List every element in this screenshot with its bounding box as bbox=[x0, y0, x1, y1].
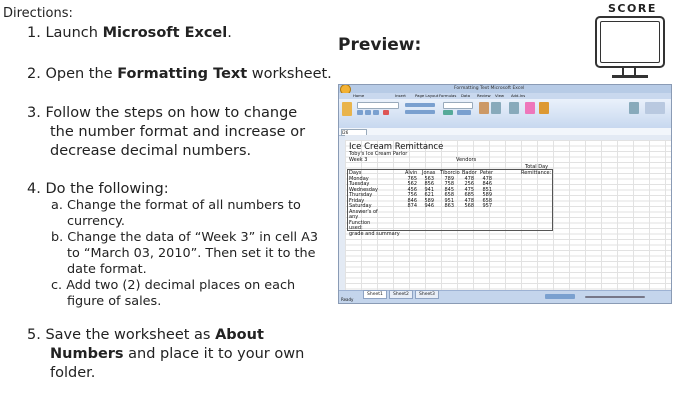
substep-c: c. Add two (2) decimal places on each bbox=[51, 278, 296, 293]
ribbon-toolbar bbox=[339, 99, 671, 129]
decimal-icons bbox=[457, 110, 471, 115]
step-number: 3. bbox=[27, 105, 41, 121]
substep-b: b. Change the data of “Week 3” in cell A… bbox=[51, 230, 319, 245]
sheet-tab-2: Sheet2 bbox=[389, 290, 413, 299]
sort-filter-icon bbox=[525, 102, 535, 114]
step-5-line-2: Numbers and place it to your own bbox=[50, 346, 305, 362]
step-text: Follow the steps on how to change bbox=[45, 105, 298, 121]
step-number: 5. bbox=[27, 327, 41, 343]
italic-icon bbox=[365, 110, 371, 115]
directions-label: Directions: bbox=[3, 6, 73, 21]
ribbon-tab-view: View bbox=[495, 93, 505, 98]
status-text: Ready bbox=[341, 297, 354, 302]
ribbon-tab-add-ins: Add-Ins bbox=[511, 93, 526, 98]
step-text: Do the following: bbox=[45, 181, 169, 197]
ribbon-tab-review: Review bbox=[477, 93, 491, 98]
step-bold: Microsoft Excel bbox=[102, 25, 228, 41]
indent-icons bbox=[405, 110, 435, 114]
change-styles-icon bbox=[629, 102, 639, 114]
substep-b-line-3: date format. bbox=[67, 262, 147, 277]
data-table-border bbox=[347, 169, 553, 231]
excel-title-text: Formatting Text Microsoft Excel bbox=[454, 86, 525, 91]
step-3: 3. Follow the steps on how to change bbox=[27, 104, 297, 122]
vendors-cell: Vendors bbox=[456, 156, 477, 163]
step-text: Launch bbox=[45, 25, 103, 41]
sheet-tab-1: Sheet1 bbox=[363, 290, 387, 299]
step-5-line-3: folder. bbox=[50, 365, 96, 381]
week-cell: Week 3 bbox=[349, 156, 368, 163]
excel-preview-image: Formatting Text Microsoft Excel Home Ins… bbox=[338, 84, 672, 304]
ribbon-tab-formulas: Formulas bbox=[439, 93, 457, 98]
bold-icon bbox=[357, 110, 363, 115]
zoom-slider bbox=[585, 296, 645, 298]
step-text: Save the worksheet as bbox=[45, 327, 216, 343]
step-3-line-2: the number format and increase or bbox=[50, 124, 306, 140]
score-label: SCORE bbox=[608, 2, 657, 15]
font-color-icon bbox=[383, 110, 389, 115]
sheet-tab-3: Sheet3 bbox=[415, 290, 439, 299]
step-number: 1. bbox=[27, 25, 41, 41]
step-number: 2. bbox=[27, 66, 41, 82]
ribbon-tab-data: Data bbox=[461, 93, 471, 98]
number-format-box bbox=[443, 102, 473, 109]
ribbon-tab-home: Home bbox=[353, 93, 365, 98]
step-bold: About bbox=[215, 327, 264, 343]
substep-a: a. Change the format of all numbers to bbox=[51, 198, 301, 213]
alignment-icons bbox=[405, 103, 435, 107]
insert-cells-icon bbox=[509, 102, 519, 114]
cell-styles-icon bbox=[491, 102, 501, 114]
score-box bbox=[600, 21, 660, 63]
step-text: Open the bbox=[45, 66, 118, 82]
currency-icon bbox=[443, 110, 453, 115]
underline-icon bbox=[373, 110, 379, 115]
substep-b-line-2: to “March 03, 2010”. Then set it to the bbox=[67, 246, 316, 261]
step-bold: Formatting Text bbox=[117, 66, 248, 82]
step-3-line-3: decrease decimal numbers. bbox=[50, 143, 252, 159]
ribbon-tab-insert: Insert bbox=[395, 93, 406, 98]
step-1: 1. Launch Microsoft Excel. bbox=[27, 25, 232, 41]
font-box bbox=[357, 102, 399, 109]
preview-label: Preview: bbox=[338, 35, 422, 55]
substep-c-line-2: figure of sales. bbox=[67, 294, 162, 309]
monitor-base-icon bbox=[612, 75, 648, 78]
grade-line: grade and summary bbox=[349, 231, 400, 237]
substep-a-line-2: currency. bbox=[67, 214, 125, 229]
excel-title-bar: Formatting Text Microsoft Excel bbox=[339, 85, 671, 95]
ribbon-tab-page-layout: Page Layout bbox=[415, 93, 439, 98]
step-4: 4. Do the following: bbox=[27, 180, 169, 198]
paste-icon bbox=[342, 102, 352, 116]
step-5: 5. Save the worksheet as About bbox=[27, 326, 264, 344]
editing-icons bbox=[645, 102, 665, 114]
view-buttons-icon bbox=[545, 294, 575, 299]
status-bar: Ready Sheet1 Sheet2 Sheet3 bbox=[339, 290, 671, 303]
find-select-icon bbox=[539, 102, 549, 114]
step-number: 4. bbox=[27, 181, 41, 197]
conditional-format-icon bbox=[479, 102, 489, 114]
step-2: 2. Open the Formatting Text worksheet. bbox=[27, 66, 332, 82]
